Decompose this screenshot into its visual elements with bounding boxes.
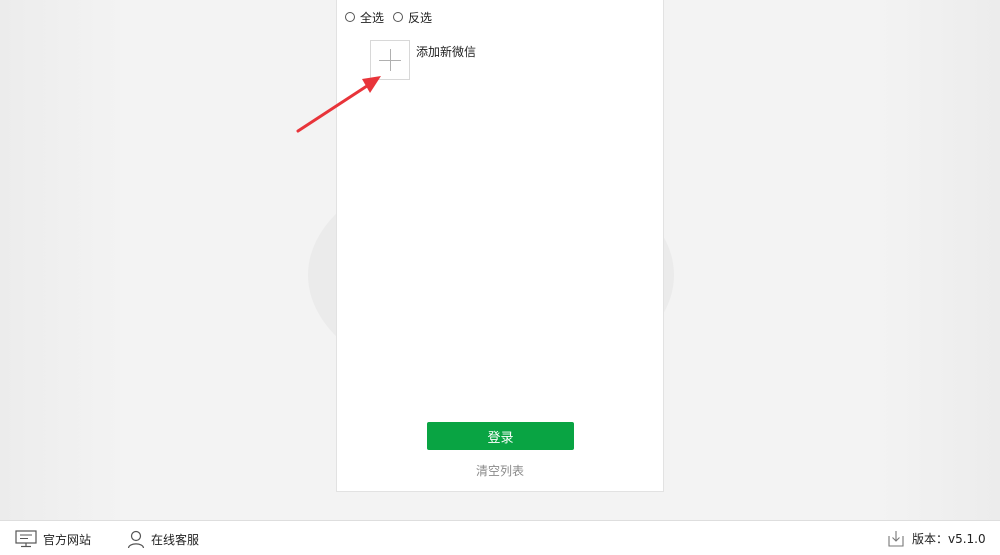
invert-selection-radio[interactable]: 反选 [393,9,432,26]
app-window: 全选 反选 添加新微信 登录 清空列表 官方网站 在线客服 版本：v5.1.0 [0,0,1000,555]
radio-circle-icon [345,12,355,22]
plus-icon [390,49,391,71]
footer-bar: 官方网站 在线客服 版本：v5.1.0 [0,520,1000,555]
clear-list-link[interactable]: 清空列表 [337,462,663,479]
background-shade-right [880,0,1000,520]
version-info: 版本：v5.1.0 [888,530,986,547]
select-all-label: 全选 [360,10,385,25]
invert-selection-label: 反选 [408,10,433,25]
add-account-button[interactable] [370,40,410,80]
add-account-label[interactable]: 添加新微信 [416,43,476,60]
monitor-icon [15,530,37,548]
person-icon [127,530,145,549]
background-shade-left [0,0,120,520]
online-service-link[interactable]: 在线客服 [127,530,199,549]
version-label: 版本：v5.1.0 [912,532,986,546]
online-service-label: 在线客服 [151,533,200,547]
download-icon [888,531,904,547]
select-all-radio[interactable]: 全选 [345,9,384,26]
account-panel: 全选 反选 添加新微信 登录 清空列表 [336,0,664,492]
radio-circle-icon [393,12,404,22]
selection-controls: 全选 反选 [345,9,441,25]
official-website-link[interactable]: 官方网站 [15,530,91,548]
official-website-label: 官方网站 [43,532,92,547]
login-button[interactable]: 登录 [427,422,574,450]
